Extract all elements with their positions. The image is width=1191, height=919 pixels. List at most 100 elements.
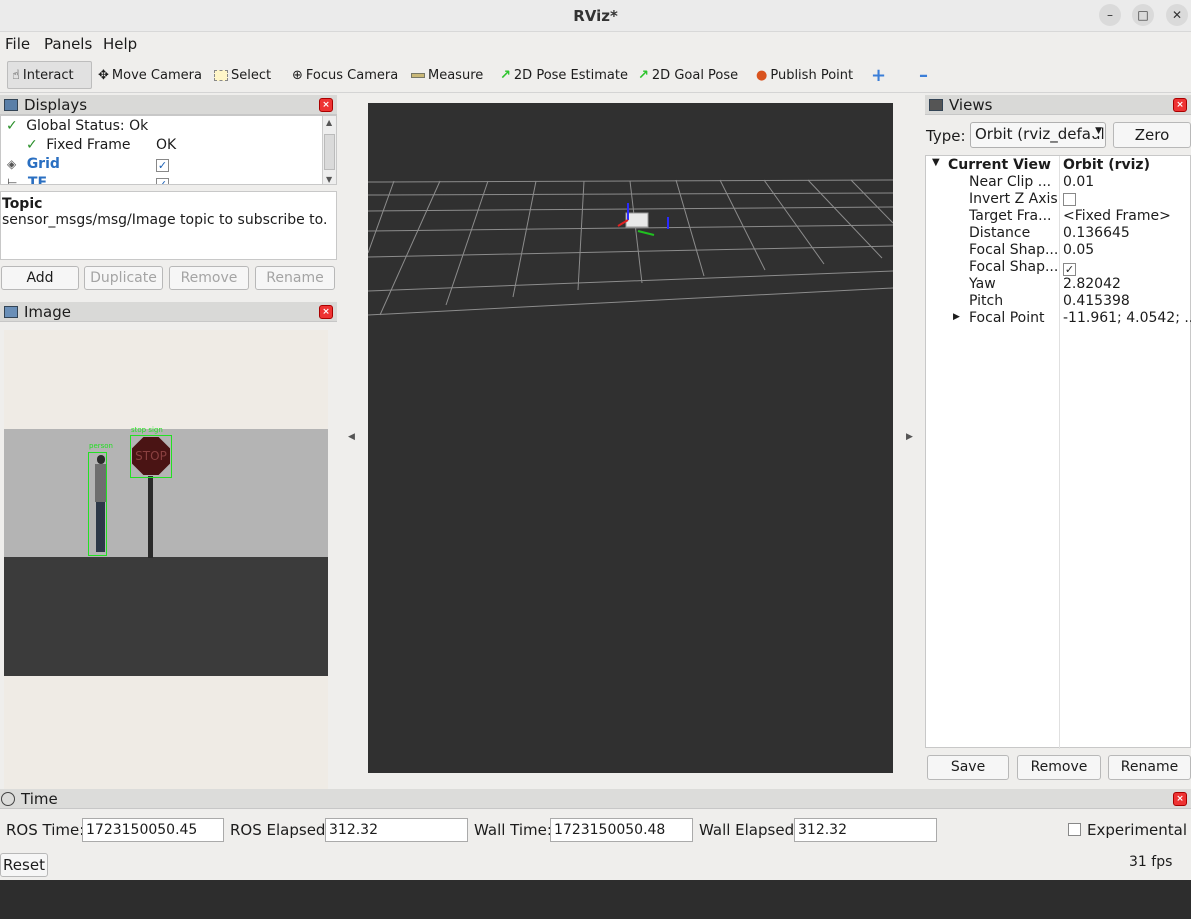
select-box-icon: [214, 69, 228, 81]
measure-tool[interactable]: Measure: [407, 61, 487, 89]
render-3d-view[interactable]: [367, 103, 894, 773]
property-value[interactable]: 0.415398: [1063, 293, 1130, 309]
displays-scrollbar[interactable]: ▲ ▼: [322, 116, 336, 184]
measure-label: Measure: [428, 67, 484, 83]
stop-sign-label: stop sign: [131, 426, 163, 434]
toolbar: ☝ Interact ✥ Move Camera Select ⊕ Focus …: [0, 57, 1191, 93]
view-type-select[interactable]: Orbit (rviz_default ▼: [970, 122, 1106, 148]
time-panel-header: Time ×: [0, 789, 1191, 809]
menu-help[interactable]: Help: [103, 35, 137, 53]
grid-enabled-checkbox[interactable]: ✓: [156, 157, 169, 176]
property-key: Pitch: [969, 293, 1004, 309]
menu-panels[interactable]: Panels: [44, 35, 92, 53]
grid-visualization: [367, 179, 894, 316]
add-tool-icon[interactable]: +: [867, 61, 890, 89]
property-row[interactable]: ▶ Focal Point -11.961; 4.0542; ...: [926, 310, 1191, 327]
select-tool[interactable]: Select: [210, 61, 275, 89]
current-view-row[interactable]: ▼ Current View Orbit (rviz): [926, 157, 1191, 174]
maximize-button[interactable]: □: [1132, 4, 1154, 26]
robot-camera-marker: [617, 203, 669, 236]
close-icon[interactable]: ×: [319, 305, 333, 319]
scroll-up-icon[interactable]: ▲: [326, 118, 332, 127]
property-row[interactable]: Invert Z Axis: [926, 191, 1191, 208]
wall-elapsed-field[interactable]: 312.32: [794, 818, 937, 842]
remove-view-button[interactable]: Remove: [1017, 755, 1101, 780]
wall-elapsed-label: Wall Elapsed:: [699, 821, 800, 839]
property-value[interactable]: 0.136645: [1063, 225, 1130, 241]
rename-view-button[interactable]: Rename: [1108, 755, 1191, 780]
tf-enabled-checkbox[interactable]: ✓: [156, 176, 169, 184]
person-label: person: [89, 442, 113, 450]
zero-button[interactable]: Zero: [1113, 122, 1191, 148]
property-value[interactable]: -11.961; 4.0542; ...: [1063, 310, 1191, 326]
ros-elapsed-field[interactable]: 312.32: [325, 818, 468, 842]
fixed-frame-row[interactable]: ✓ Fixed Frame: [26, 137, 131, 156]
fps-readout: 31 fps: [1129, 854, 1173, 870]
menu-file[interactable]: File: [5, 35, 30, 53]
check-icon: ✓: [26, 137, 38, 153]
publish-point-tool[interactable]: ● Publish Point: [752, 61, 857, 89]
fixed-frame-value: OK: [156, 137, 177, 153]
menu-bar: File Panels Help: [0, 32, 1191, 56]
duplicate-display-button[interactable]: Duplicate: [84, 266, 163, 290]
focus-camera-tool[interactable]: ⊕ Focus Camera: [288, 61, 402, 89]
collapse-left-icon[interactable]: ◀: [348, 432, 355, 442]
hand-icon: ☝: [12, 67, 20, 83]
property-row[interactable]: Near Clip ... 0.01: [926, 174, 1191, 191]
title-bar: RViz* – □ ✕: [0, 0, 1191, 32]
goal-pose-tool[interactable]: ↗ 2D Goal Pose: [634, 61, 742, 89]
expand-right-icon[interactable]: ▶: [953, 312, 960, 322]
property-key: Yaw: [969, 276, 996, 292]
property-value[interactable]: <Fixed Frame>: [1063, 208, 1171, 224]
focal-shape-checkbox[interactable]: ✓: [1063, 261, 1076, 277]
focus-camera-label: Focus Camera: [305, 67, 399, 83]
property-row[interactable]: Pitch 0.415398: [926, 293, 1191, 310]
save-view-button[interactable]: Save: [927, 755, 1009, 780]
property-value[interactable]: 0.01: [1063, 174, 1094, 190]
wall-time-label: Wall Time:: [474, 821, 552, 839]
close-icon[interactable]: ×: [1173, 792, 1187, 806]
close-icon[interactable]: ×: [1173, 98, 1187, 112]
scroll-thumb[interactable]: [324, 134, 335, 170]
property-description: Topic sensor_msgs/msg/Image topic to sub…: [0, 191, 337, 260]
ros-time-label: ROS Time:: [6, 821, 85, 839]
minimize-button[interactable]: –: [1099, 4, 1121, 26]
add-display-button[interactable]: Add: [1, 266, 79, 290]
close-window-button[interactable]: ✕: [1166, 4, 1188, 26]
property-row[interactable]: Focal Shap... ✓: [926, 259, 1191, 276]
move-camera-label: Move Camera: [111, 67, 202, 83]
pose-estimate-label: 2D Pose Estimate: [513, 67, 628, 83]
property-key: Focal Point: [969, 310, 1045, 326]
publish-point-label: Publish Point: [770, 67, 854, 83]
global-status-row[interactable]: ✓ Global Status: Ok: [6, 118, 148, 137]
wall-time-field[interactable]: 1723150050.48: [550, 818, 693, 842]
property-row[interactable]: Yaw 2.82042: [926, 276, 1191, 293]
stop-sign-bounding-box: [130, 435, 172, 478]
close-icon[interactable]: ×: [319, 98, 333, 112]
person-bounding-box: [88, 452, 107, 556]
reset-button[interactable]: Reset: [0, 853, 48, 877]
experimental-checkbox[interactable]: [1068, 823, 1081, 836]
property-value[interactable]: 2.82042: [1063, 276, 1121, 292]
rename-display-button[interactable]: Rename: [255, 266, 335, 290]
property-value[interactable]: 0.05: [1063, 242, 1094, 258]
pose-estimate-tool[interactable]: ↗ 2D Pose Estimate: [496, 61, 632, 89]
property-row[interactable]: Distance 0.136645: [926, 225, 1191, 242]
interact-label: Interact: [22, 67, 74, 83]
remove-display-button[interactable]: Remove: [169, 266, 249, 290]
property-key: Focal Shap...: [969, 242, 1059, 258]
move-camera-tool[interactable]: ✥ Move Camera: [94, 61, 206, 89]
collapse-right-icon[interactable]: ▶: [906, 432, 913, 442]
property-row[interactable]: Focal Shap... 0.05: [926, 242, 1191, 259]
camera-image: person STOP stop sign: [4, 330, 328, 789]
ros-time-field[interactable]: 1723150050.45: [82, 818, 224, 842]
interact-tool[interactable]: ☝ Interact: [7, 61, 92, 89]
property-key: Invert Z Axis: [969, 191, 1058, 207]
remove-tool-icon[interactable]: –: [915, 61, 932, 89]
tf-display-row[interactable]: ⊢ TF: [7, 175, 47, 185]
fixed-frame-label: Fixed Frame: [46, 137, 131, 153]
grid-display-row[interactable]: ◈ Grid: [7, 156, 60, 175]
property-row[interactable]: Target Fra... <Fixed Frame>: [926, 208, 1191, 225]
tf-icon: ⊢: [7, 176, 18, 185]
scroll-down-icon[interactable]: ▼: [326, 175, 332, 184]
